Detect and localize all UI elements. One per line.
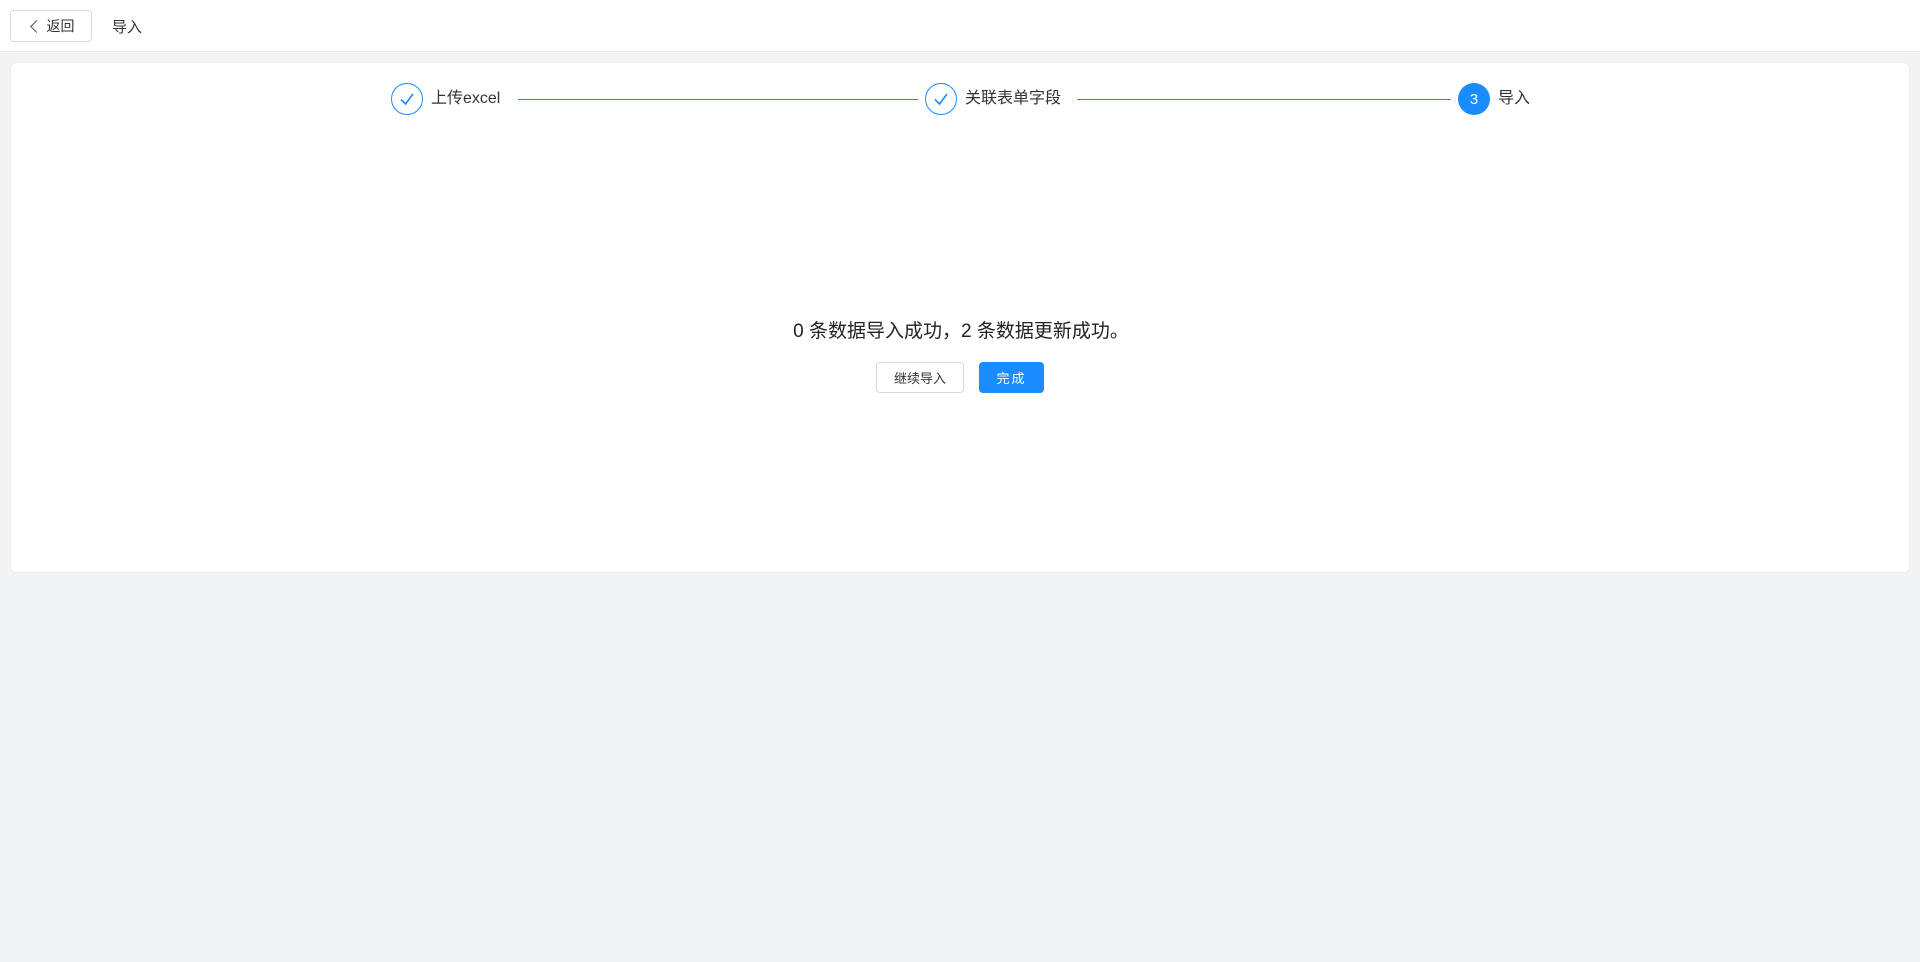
page-title: 导入 xyxy=(112,19,143,36)
step-3-label: 导入 xyxy=(1498,90,1531,107)
back-button[interactable]: 返回 xyxy=(10,10,92,42)
step-1-check-icon xyxy=(391,83,423,115)
step-1-label: 上传excel xyxy=(431,90,501,107)
chevron-left-icon xyxy=(29,19,43,33)
import-card: 上传excel 关联表单字段 3 导入 0 条数据导入成功，2 条数据更新成功。… xyxy=(10,62,1910,573)
back-button-label: 返回 xyxy=(46,18,75,34)
finish-button[interactable]: 完成 xyxy=(979,362,1044,393)
top-bar: 返回 导入 xyxy=(0,0,1920,52)
step-2-check-icon xyxy=(925,83,957,115)
step-connector-2 xyxy=(1077,99,1451,100)
step-3-number: 3 xyxy=(1458,83,1490,115)
step-2-label: 关联表单字段 xyxy=(965,90,1062,107)
continue-import-button[interactable]: 继续导入 xyxy=(876,362,964,393)
import-result-message: 0 条数据导入成功，2 条数据更新成功。 xyxy=(793,321,1129,342)
step-connector-1 xyxy=(518,99,918,100)
